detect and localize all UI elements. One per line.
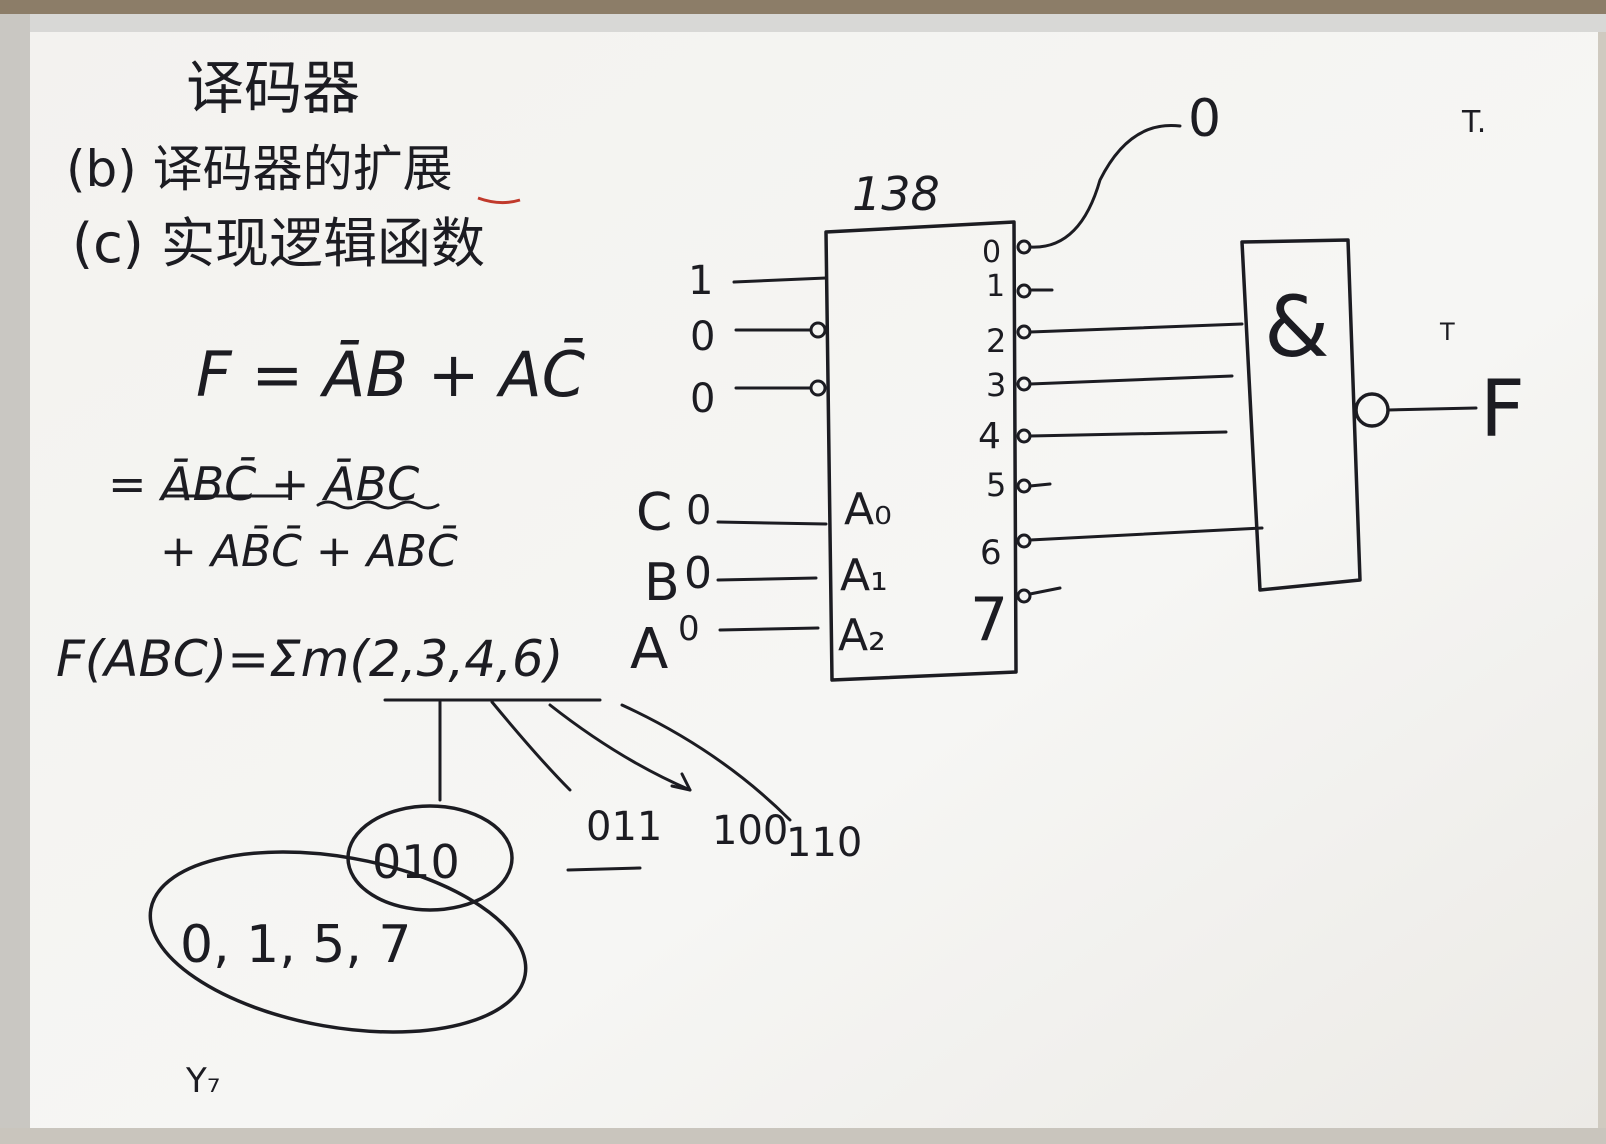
whiteboard-photo: 译码器 (b) 译码器的扩展 (c) 实现逻辑函数 F = ĀB + AC̄ =… <box>0 0 1606 1144</box>
binary-110: 110 <box>786 820 862 866</box>
top-wall <box>0 0 1606 14</box>
var-value-c: 0 <box>686 488 711 534</box>
out-num-1: 1 <box>986 269 1005 304</box>
addr-line-a1 <box>716 576 818 582</box>
right-mark: T <box>1439 318 1455 346</box>
whiteboard: 译码器 (b) 译码器的扩展 (c) 实现逻辑函数 F = ĀB + AC̄ =… <box>0 0 1606 1144</box>
out-stub-5 <box>1028 482 1052 488</box>
bottom-mark: Y₇ <box>185 1061 220 1101</box>
item-c-text: (c) 实现逻辑函数 <box>72 212 485 275</box>
binary-100: 100 <box>712 808 788 854</box>
bottom-edge <box>0 1128 1606 1144</box>
out-num-6: 6 <box>980 533 1002 573</box>
item-b-text: (b) 译码器的扩展 <box>66 140 453 198</box>
out-num-4: 4 <box>978 416 1001 457</box>
gate-output-line <box>1386 406 1478 412</box>
enable-input-2: 0 <box>690 314 715 360</box>
unused-outputs: 0, 1, 5, 7 <box>180 915 412 975</box>
out-num-0: 0 <box>982 235 1001 270</box>
binary-010: 010 <box>372 835 460 889</box>
out-num-5: 5 <box>986 466 1006 504</box>
gate-symbol: & <box>1264 278 1330 376</box>
enable-input-3: 0 <box>690 376 715 422</box>
left-rail <box>0 14 30 1144</box>
out-num-3: 3 <box>986 366 1006 404</box>
var-value-a: 0 <box>678 609 700 649</box>
var-label-c: C <box>636 483 672 543</box>
sum-of-minterms: F(ABC)=Σm(2,3,4,6) <box>56 630 563 688</box>
var-label-a: A <box>630 617 668 682</box>
pin-a1: A₁ <box>840 550 888 601</box>
underline-011 <box>566 866 642 872</box>
formula-line-1: F = ĀB + AC̄ <box>196 338 586 411</box>
pin-a0: A₀ <box>844 484 892 535</box>
chip-label: 138 <box>852 167 940 221</box>
formula-line-3: + AB̄C̄ + ABC̄ <box>160 524 458 577</box>
output0-value: 0 <box>1188 89 1221 149</box>
binary-011: 011 <box>586 804 662 850</box>
out-num-2: 2 <box>986 322 1006 360</box>
corner-mark: T. <box>1461 105 1486 140</box>
top-rail <box>0 14 1606 32</box>
var-value-b: 0 <box>684 548 712 599</box>
var-label-b: B <box>644 553 680 613</box>
out-num-7: 7 <box>970 585 1008 655</box>
addr-line-a0 <box>716 520 828 526</box>
pin-a2: A₂ <box>838 610 886 661</box>
enable-input-1: 1 <box>688 258 713 304</box>
gate-output-label: F <box>1480 365 1525 455</box>
addr-line-a2 <box>718 626 820 632</box>
title-text: 译码器 <box>186 54 360 122</box>
